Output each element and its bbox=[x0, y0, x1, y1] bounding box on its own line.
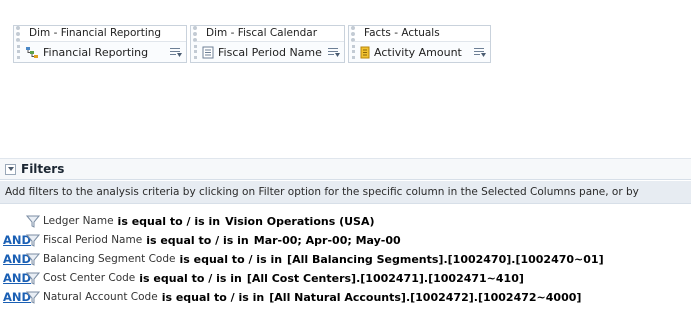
column-financial-reporting[interactable]: Financial Reporting bbox=[14, 42, 186, 62]
column-label: Activity Amount bbox=[374, 45, 462, 59]
filter-value: Vision Operations (USA) bbox=[225, 215, 375, 228]
drag-handle[interactable] bbox=[352, 45, 355, 59]
filter-funnel-icon[interactable] bbox=[26, 215, 40, 228]
drag-handle[interactable] bbox=[194, 45, 197, 59]
filter-column[interactable]: Cost Center Code bbox=[43, 269, 135, 288]
and-connector-link[interactable]: AND bbox=[0, 288, 31, 307]
filters-hint: Add filters to the analysis criteria by … bbox=[0, 181, 691, 204]
column-fiscal-period-name[interactable]: Fiscal Period Name bbox=[191, 42, 344, 62]
and-connector-link[interactable]: AND bbox=[0, 231, 31, 250]
filter-operator: is equal to / is in bbox=[146, 234, 249, 247]
filter-operator: is equal to / is in bbox=[161, 291, 265, 304]
measure-column-icon bbox=[360, 46, 370, 58]
filter-operator: is equal to / is in bbox=[179, 253, 283, 266]
column-group-facts-actuals: Facts - Actuals Activity Amount bbox=[348, 25, 491, 63]
filter-operator: is equal to / is in bbox=[117, 215, 221, 228]
filter-row[interactable]: AND Natural Account Code is equal to / i… bbox=[0, 288, 691, 307]
filter-column[interactable]: Ledger Name bbox=[43, 212, 114, 231]
filter-value: [All Cost Centers].[1002471].[1002471~41… bbox=[246, 272, 524, 285]
filter-row[interactable]: AND Cost Center Code is equal to / is in… bbox=[0, 269, 691, 288]
selected-columns-pane: Dim - Financial Reporting Financial Repo… bbox=[0, 0, 691, 158]
filter-column[interactable]: Natural Account Code bbox=[43, 288, 158, 307]
column-group-fiscal-calendar: Dim - Fiscal Calendar Fiscal Period Name bbox=[190, 25, 345, 63]
filter-funnel-icon[interactable] bbox=[26, 253, 40, 266]
filter-row[interactable]: AND Fiscal Period Name is equal to / is … bbox=[0, 231, 691, 250]
folder-label: Dim - Financial Reporting bbox=[16, 26, 186, 42]
filter-row[interactable]: AND Balancing Segment Code is equal to /… bbox=[0, 250, 691, 269]
filter-value: Mar-00; Apr-00; May-00 bbox=[253, 234, 401, 247]
column-options-menu-icon[interactable] bbox=[328, 47, 340, 58]
filter-list: Ledger Name is equal to / is in Vision O… bbox=[0, 212, 691, 307]
hierarchy-icon bbox=[26, 46, 38, 58]
and-connector-link[interactable]: AND bbox=[0, 250, 31, 269]
column-label: Fiscal Period Name bbox=[218, 45, 322, 59]
collapse-toggle-icon[interactable] bbox=[5, 163, 16, 175]
filters-section-header: Filters bbox=[0, 158, 691, 180]
filter-funnel-icon[interactable] bbox=[26, 272, 40, 285]
filter-column[interactable]: Fiscal Period Name bbox=[43, 231, 142, 250]
column-activity-amount[interactable]: Activity Amount bbox=[349, 42, 490, 62]
filter-row[interactable]: Ledger Name is equal to / is in Vision O… bbox=[0, 212, 691, 231]
column-options-menu-icon[interactable] bbox=[474, 47, 486, 58]
filter-value: [All Natural Accounts].[1002472].[100247… bbox=[269, 291, 582, 304]
filters-title: Filters bbox=[21, 162, 65, 176]
folder-label: Facts - Actuals bbox=[351, 26, 490, 42]
folder-label: Dim - Fiscal Calendar bbox=[193, 26, 344, 42]
column-group-financial-reporting: Dim - Financial Reporting Financial Repo… bbox=[13, 25, 187, 63]
and-connector-link[interactable]: AND bbox=[0, 269, 31, 288]
drag-handle[interactable] bbox=[17, 45, 20, 59]
filter-operator: is equal to / is in bbox=[139, 272, 242, 285]
column-label: Financial Reporting bbox=[43, 45, 149, 59]
filter-funnel-icon[interactable] bbox=[26, 234, 40, 247]
filter-value: [All Balancing Segments].[1002470].[1002… bbox=[287, 253, 604, 266]
column-options-menu-icon[interactable] bbox=[170, 47, 182, 58]
filter-column[interactable]: Balancing Segment Code bbox=[43, 250, 175, 269]
attribute-column-icon bbox=[202, 46, 214, 58]
filter-funnel-icon[interactable] bbox=[26, 291, 40, 304]
